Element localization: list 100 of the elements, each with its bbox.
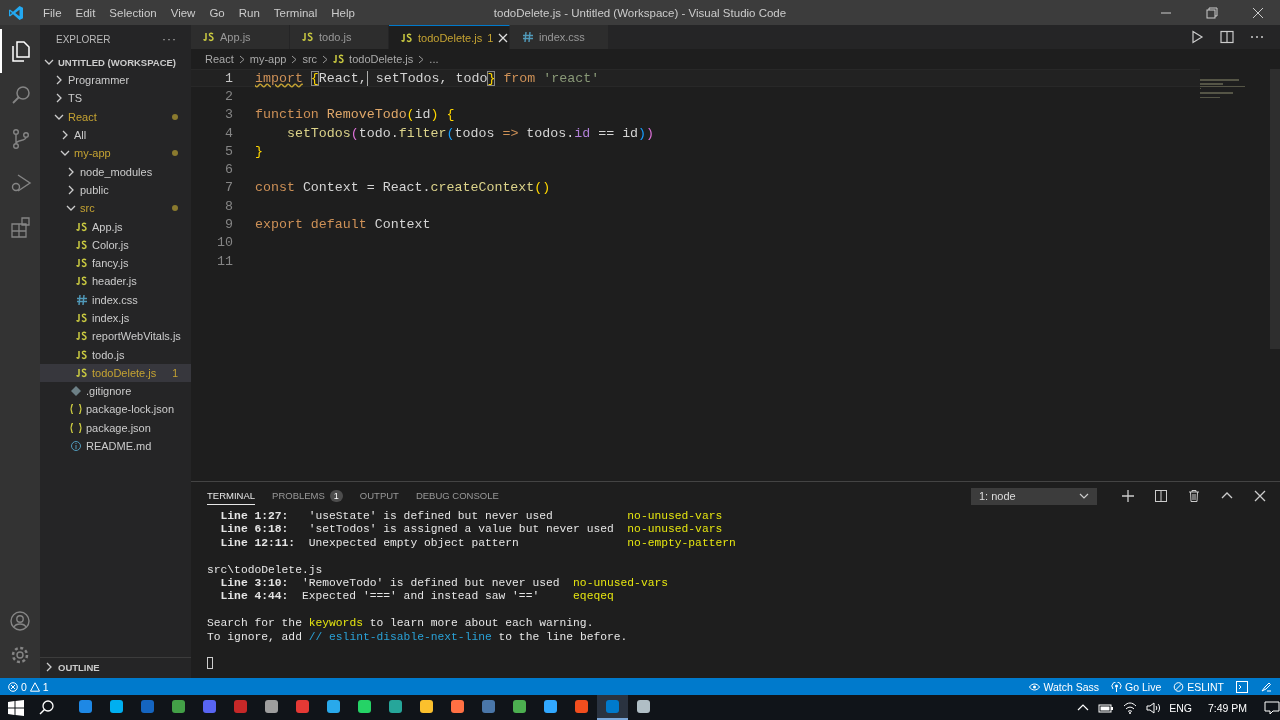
item-label: All <box>74 129 88 142</box>
taskbar-app[interactable] <box>597 695 628 720</box>
outline-section[interactable]: OUTLINE <box>40 657 191 676</box>
menu-item[interactable]: Terminal <box>266 6 325 19</box>
tree-item[interactable]: reportWebVitals.js <box>40 327 191 346</box>
menu-item[interactable]: Go <box>202 6 232 19</box>
editor-tab[interactable]: index.css <box>510 25 609 49</box>
menu-item[interactable]: File <box>36 6 69 19</box>
line-number: 1 <box>224 70 233 86</box>
terminal-dropdown[interactable]: 1: node <box>971 487 1097 505</box>
panel-tab[interactable]: OUTPUT <box>359 487 399 505</box>
tree-item[interactable]: header.js <box>40 272 191 291</box>
menu-item[interactable]: View <box>163 6 203 19</box>
tree-item[interactable]: src <box>40 199 191 218</box>
code-line: const Context = React.createContext() <box>255 180 551 196</box>
status-item[interactable]: Watch Sass <box>1029 680 1100 693</box>
status-item[interactable]: Go Live <box>1111 680 1162 693</box>
tree-item[interactable]: todoDelete.js 1 <box>40 363 191 383</box>
language-indicator[interactable]: ENG <box>1169 701 1192 714</box>
tree-item[interactable]: package.json <box>40 418 191 437</box>
tree-item[interactable]: .gitignore <box>40 382 191 401</box>
battery-icon[interactable] <box>1098 701 1115 714</box>
panel-tab[interactable]: PROBLEMS 1 <box>272 486 343 506</box>
menu-item[interactable]: Run <box>231 6 267 19</box>
chevron-down-icon <box>1079 491 1089 501</box>
account-icon[interactable] <box>9 610 31 632</box>
warning-icon <box>29 681 40 692</box>
tab-label: todo.js <box>319 31 352 43</box>
workspace-header[interactable]: UNTITLED (WORKSPACE) <box>40 53 191 71</box>
breadcrumb-item[interactable]: ... <box>429 53 439 65</box>
js-file-icon <box>76 349 88 360</box>
code-line: export default Context <box>255 217 431 232</box>
js-file-icon <box>302 32 314 42</box>
tree-item[interactable]: All <box>40 125 191 145</box>
line-number: 7 <box>224 180 233 196</box>
broadcast-icon <box>1111 681 1123 692</box>
split-terminal-icon[interactable] <box>1155 490 1167 502</box>
feedback-icon[interactable] <box>1260 680 1272 693</box>
item-label: node_modules <box>80 165 154 178</box>
wifi-icon[interactable] <box>1123 701 1138 714</box>
tree-item[interactable]: my-app <box>40 144 191 163</box>
tree-item[interactable]: Color.js <box>40 235 191 254</box>
item-label: React <box>68 110 98 123</box>
close-icon[interactable] <box>1252 6 1264 19</box>
item-label: package-lock.json <box>86 403 176 416</box>
more-actions-button[interactable]: ··· <box>162 32 177 46</box>
tree-item[interactable]: TS <box>40 89 191 108</box>
breadcrumb-item[interactable]: todoDelete.js <box>349 53 414 65</box>
diamond-icon <box>70 386 82 397</box>
tree-item[interactable]: index.css <box>40 290 191 309</box>
notification-icon[interactable] <box>1264 700 1280 715</box>
menu-item[interactable]: Edit <box>68 6 103 19</box>
settings-icon[interactable] <box>9 644 31 666</box>
terminal-icon[interactable] <box>1236 680 1248 693</box>
chevron-right-icon <box>290 54 299 64</box>
terminal-line: Line 6:18: 'setTodos' is assigned a value but never used no-unused-vars <box>219 523 724 537</box>
tree-item[interactable]: Programmer <box>40 71 191 90</box>
code-line: } <box>255 143 263 159</box>
chevron-right-icon <box>44 662 54 672</box>
code-line: setTodos(todo.filter(todos => todos.id == id)) <box>285 125 655 141</box>
close-icon[interactable] <box>1254 490 1266 502</box>
search-icon[interactable] <box>39 699 55 716</box>
tree-item[interactable]: index.js <box>40 308 191 328</box>
workspace-title: UNTITLED (WORKSPACE) <box>58 56 177 68</box>
item-label: index.css <box>92 293 139 306</box>
problems-status[interactable]: 0 1 <box>8 680 49 693</box>
editor-tab[interactable]: App.js <box>191 25 290 49</box>
tree-item[interactable]: public <box>40 180 191 200</box>
breadcrumb-item[interactable]: src <box>302 53 318 65</box>
run-debug-icon <box>10 172 32 194</box>
windows-start-icon[interactable] <box>8 699 24 716</box>
menu-item[interactable]: Selection <box>102 6 164 19</box>
breadcrumb-item[interactable]: React <box>205 53 234 65</box>
tree-item[interactable]: fancy.js <box>40 253 191 273</box>
line-number: 8 <box>224 198 233 214</box>
restore-icon[interactable] <box>1206 6 1218 19</box>
tree-item[interactable]: package-lock.json <box>40 400 191 419</box>
editor-tab[interactable]: todoDelete.js 1 <box>389 25 510 49</box>
panel-tab[interactable]: DEBUG CONSOLE <box>415 487 499 505</box>
trash-icon[interactable] <box>1188 490 1200 502</box>
split-editor-icon[interactable] <box>1220 30 1234 44</box>
code-line: import {React, setTodos, todo} from 'react' <box>255 70 600 86</box>
breadcrumb-item[interactable]: my-app <box>249 53 287 65</box>
speaker-icon[interactable] <box>1146 701 1161 714</box>
tree-item[interactable]: node_modules <box>40 162 191 181</box>
panel-tab[interactable]: TERMINAL <box>207 487 256 505</box>
menu-item[interactable]: Help <box>324 6 362 19</box>
close-icon[interactable] <box>498 32 509 43</box>
item-label: App.js <box>92 220 124 233</box>
run-icon[interactable] <box>1190 30 1204 44</box>
status-item[interactable]: ESLINT <box>1173 680 1224 693</box>
tree-item[interactable]: todo.js <box>40 345 191 364</box>
modified-dot <box>172 113 178 120</box>
editor-tab[interactable]: todo.js <box>290 25 389 49</box>
plus-icon[interactable] <box>1122 490 1134 502</box>
clock[interactable]: 7:49 PM <box>1207 701 1247 714</box>
js-file-icon <box>76 331 88 342</box>
tree-item[interactable]: React <box>40 107 191 126</box>
tree-item[interactable]: README.md <box>40 436 191 456</box>
tree-item[interactable]: App.js <box>40 217 191 236</box>
